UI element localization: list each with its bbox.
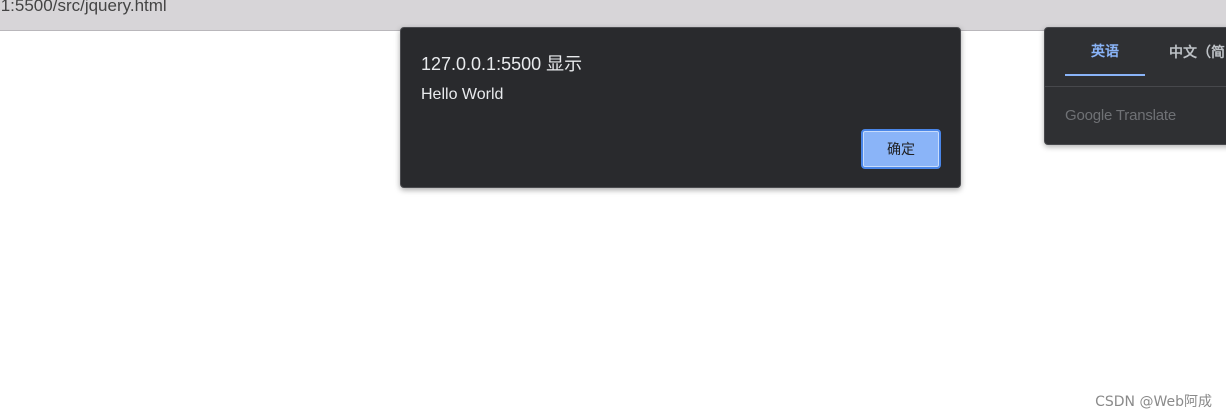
ok-button[interactable]: 确定	[861, 129, 941, 169]
tab-chinese[interactable]: 中文（简	[1157, 28, 1226, 76]
translate-popup: 英语 中文（简 Google Translate	[1044, 27, 1226, 145]
google-translate-logo: Google Translate	[1065, 107, 1177, 124]
alert-dialog: 127.0.0.1:5500 显示 Hello World 确定	[400, 27, 961, 188]
alert-origin-title: 127.0.0.1:5500 显示	[421, 54, 583, 74]
watermark: CSDN @Web阿成	[1095, 394, 1212, 410]
tab-english[interactable]: 英语	[1065, 28, 1145, 76]
alert-message: Hello World	[421, 86, 504, 103]
url-text[interactable]: .1:5500/src/jquery.html	[0, 0, 167, 16]
divider	[1045, 86, 1226, 87]
